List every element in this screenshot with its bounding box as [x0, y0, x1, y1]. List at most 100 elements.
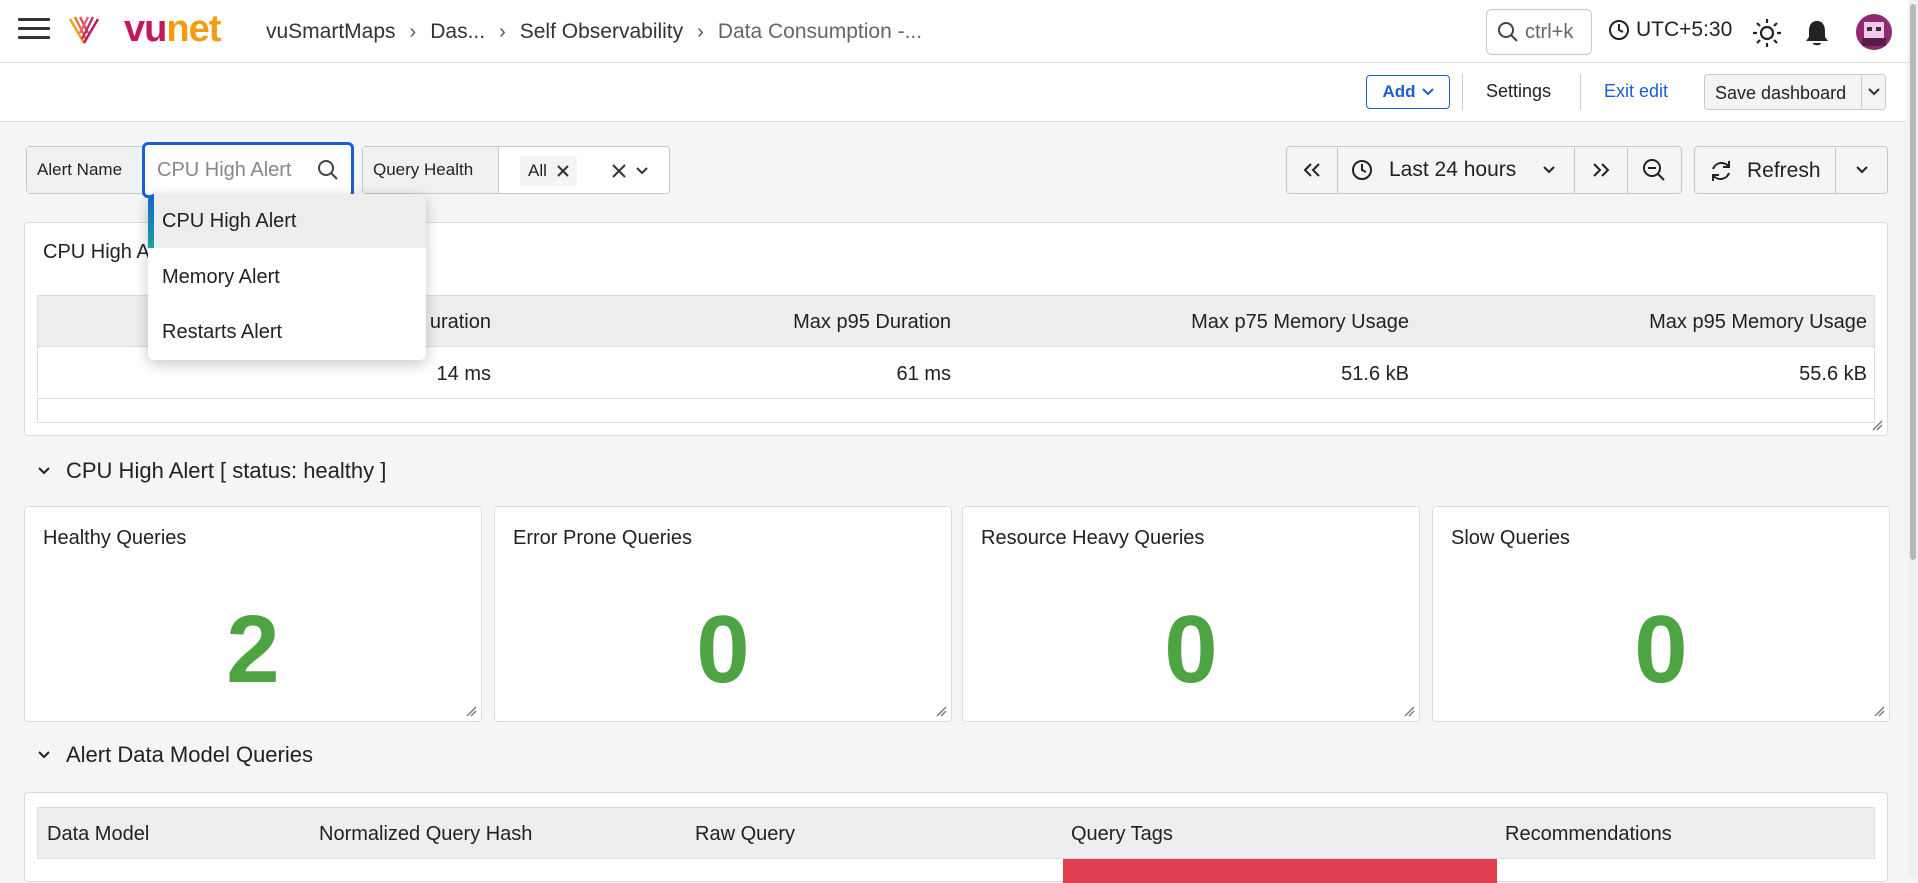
toolbar-divider [1580, 74, 1581, 110]
chevron-down-icon [1421, 88, 1434, 96]
chevron-down-icon [38, 467, 50, 475]
section-title: CPU High Alert [ status: healthy ] [66, 458, 387, 483]
alert-name-placeholder: CPU High Alert [157, 158, 292, 181]
time-step-forward-button[interactable] [1575, 147, 1628, 193]
alert-name-filter: Alert Name [26, 146, 144, 194]
breadcrumb-item-self-observability[interactable]: Self Observability [520, 20, 683, 44]
stat-card-resource-heavy: Resource Heavy Queries 0 [962, 506, 1420, 722]
column-header[interactable]: Data Model [47, 823, 149, 846]
column-header[interactable]: Raw Query [695, 823, 795, 846]
query-health-label: Query Health [363, 147, 499, 193]
clear-filter-button[interactable] [612, 158, 630, 184]
column-header[interactable]: uration [430, 311, 491, 334]
chevron-right-icon: › [409, 20, 417, 43]
avatar-icon [1862, 22, 1886, 46]
column-header[interactable]: Normalized Query Hash [319, 823, 532, 846]
save-dashboard-button[interactable]: Save dashboard [1704, 74, 1886, 110]
time-step-back-button[interactable] [1287, 147, 1338, 193]
alert-name-dropdown: CPU High Alert Memory Alert Restarts Ale… [148, 194, 426, 360]
resize-handle-icon[interactable] [1403, 705, 1415, 717]
page-scrollbar-thumb[interactable] [1910, 4, 1916, 560]
resize-handle-icon[interactable] [1871, 419, 1883, 431]
notifications-bell-icon[interactable] [1802, 18, 1832, 48]
close-icon[interactable] [557, 165, 569, 177]
search-icon [1498, 22, 1518, 42]
refresh-icon [1712, 161, 1730, 181]
dropdown-option-memory-alert[interactable]: Memory Alert [148, 250, 426, 304]
clock-icon [1609, 20, 1629, 40]
exit-edit-button[interactable]: Exit edit [1604, 81, 1668, 102]
zoom-out-button[interactable] [1627, 147, 1681, 193]
settings-button[interactable]: Settings [1486, 81, 1551, 102]
refresh-interval-dropdown[interactable] [1835, 147, 1888, 193]
table-cell: 61 ms [896, 363, 951, 385]
column-header[interactable]: Max p95 Duration [793, 311, 951, 334]
double-chevron-left-icon [1303, 163, 1320, 177]
stat-value: 0 [1164, 596, 1218, 703]
stat-title: Resource Heavy Queries [981, 527, 1205, 549]
alert-name-label: Alert Name [27, 147, 143, 193]
chevron-down-icon [38, 751, 50, 759]
global-search[interactable]: ctrl+k [1486, 9, 1592, 55]
column-header[interactable]: Max p95 Memory Usage [1649, 311, 1867, 334]
query-health-dropdown[interactable] [636, 158, 654, 184]
column-header[interactable]: Max p75 Memory Usage [1191, 311, 1409, 334]
chevron-down-icon [1543, 166, 1555, 174]
breadcrumb-item-home[interactable]: vuSmartMaps [266, 20, 396, 44]
timezone-selector[interactable]: UTC+5:30 [1608, 18, 1732, 42]
clock-icon [1352, 160, 1372, 180]
refresh-label: Refresh [1747, 159, 1821, 182]
user-avatar[interactable] [1856, 14, 1892, 50]
stat-title: Error Prone Queries [513, 527, 692, 549]
toolbar-divider [1462, 74, 1463, 110]
stat-card-healthy: Healthy Queries 2 [24, 506, 482, 722]
chevron-down-icon [1856, 166, 1868, 174]
add-button[interactable]: Add [1366, 75, 1450, 109]
theme-toggle-sun-icon[interactable] [1752, 18, 1782, 48]
alert-name-input[interactable]: CPU High Alert [142, 142, 354, 198]
stat-title: Healthy Queries [43, 527, 187, 549]
add-button-label: Add [1382, 82, 1416, 101]
chevron-down-icon [636, 167, 648, 175]
chip-label: All [528, 161, 547, 180]
stat-title: Slow Queries [1451, 527, 1570, 549]
stat-card-error-prone: Error Prone Queries 0 [494, 506, 952, 722]
query-health-chip[interactable]: All [520, 156, 577, 186]
dropdown-option-restarts-alert[interactable]: Restarts Alert [148, 305, 426, 359]
time-range-label: Last 24 hours [1389, 158, 1517, 181]
stat-value: 0 [696, 596, 750, 703]
breadcrumb-item-dashboards[interactable]: Das... [430, 20, 485, 44]
zoom-out-icon [1643, 159, 1665, 181]
table-cell: 51.6 kB [1341, 363, 1409, 385]
table-cell: 55.6 kB [1799, 363, 1867, 385]
save-options-dropdown[interactable] [1861, 75, 1886, 109]
section-title: Alert Data Model Queries [66, 742, 313, 767]
clear-icon [612, 164, 626, 178]
resize-handle-icon[interactable] [935, 705, 947, 717]
stat-card-slow: Slow Queries 0 [1432, 506, 1890, 722]
table-cell: 14 ms [436, 363, 491, 385]
refresh-button[interactable]: Refresh [1694, 146, 1888, 194]
resize-handle-icon[interactable] [1873, 705, 1885, 717]
time-range-selector[interactable]: Last 24 hours [1337, 147, 1575, 193]
query-tag-cell [1063, 859, 1497, 883]
section-header-status[interactable]: CPU High Alert [ status: healthy ] [38, 458, 386, 484]
menu-icon[interactable] [18, 18, 50, 44]
time-range-bar: Last 24 hours [1286, 146, 1682, 194]
resize-handle-icon[interactable] [465, 705, 477, 717]
column-header[interactable]: Recommendations [1505, 823, 1672, 846]
chevron-down-icon [1868, 88, 1880, 96]
timezone-label: UTC+5:30 [1636, 18, 1733, 41]
vunet-logo: vunet [124, 8, 221, 50]
chevron-right-icon: › [697, 20, 704, 43]
chevron-right-icon: › [499, 20, 506, 43]
column-header[interactable]: Query Tags [1071, 823, 1173, 846]
dropdown-option-cpu-high-alert[interactable]: CPU High Alert [148, 194, 426, 248]
queries-table-panel: Data Model Normalized Query Hash Raw Que… [24, 792, 1888, 883]
double-chevron-right-icon [1593, 163, 1610, 177]
section-header-queries[interactable]: Alert Data Model Queries [38, 742, 313, 768]
stat-value: 2 [226, 596, 280, 703]
search-icon [318, 160, 338, 180]
vunet-logo-icon [68, 16, 100, 44]
save-dashboard-label: Save dashboard [1715, 83, 1847, 103]
